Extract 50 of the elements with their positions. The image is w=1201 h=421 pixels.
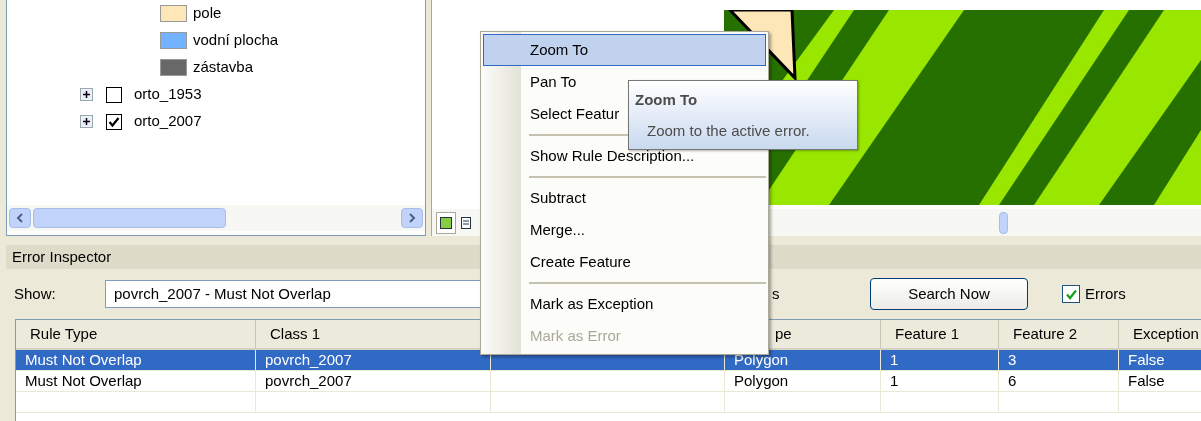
table-cell-text: False [1128, 349, 1165, 370]
table-cell-text: 1 [890, 349, 899, 370]
table-cell-text: 3 [1008, 349, 1017, 370]
expand-icon[interactable] [80, 115, 93, 128]
table-cell-text: 1 [890, 370, 899, 391]
chevron-right-icon [407, 213, 418, 223]
table-cell-text: 6 [1008, 370, 1017, 391]
errors-checkbox[interactable] [1062, 285, 1080, 303]
table-cell-text: povrch_2007 [265, 370, 352, 391]
column-header[interactable]: Rule Type [30, 322, 98, 346]
menu-item[interactable]: Create Feature [483, 246, 766, 278]
column-header[interactable]: pe [775, 322, 792, 346]
table-cell-text: Must Not Overlap [25, 370, 142, 391]
layer-label[interactable]: orto_1953 [134, 83, 202, 106]
table-cell-text: Must Not Overlap [25, 349, 142, 370]
expand-icon[interactable] [80, 88, 93, 101]
layer-checkbox[interactable] [106, 86, 122, 103]
menu-item[interactable]: Merge... [483, 214, 766, 246]
menu-item[interactable]: Zoom To [483, 34, 766, 66]
scroll-left-button[interactable] [9, 208, 31, 228]
column-header[interactable]: Class 1 [270, 322, 321, 346]
layer-checkbox[interactable] [106, 113, 122, 130]
search-now-button[interactable]: Search Now [870, 278, 1028, 310]
tooltip-text: Zoom to the active error. [647, 120, 811, 141]
chevron-left-icon [15, 213, 25, 223]
column-header[interactable]: Feature 1 [895, 322, 960, 346]
menu-item[interactable]: Subtract [483, 182, 766, 214]
layer-label[interactable]: orto_2007 [134, 110, 202, 133]
partial-label: s [772, 283, 781, 304]
column-header[interactable]: Exception [1133, 322, 1199, 346]
legend-label: vodní plocha [193, 30, 279, 51]
tooltip-title: Zoom To [635, 90, 699, 110]
legend-label: zástavba [193, 57, 254, 78]
table-cell-text: Polygon [734, 370, 789, 391]
map-icon [440, 216, 452, 229]
show-label: Show: [14, 283, 57, 304]
table-row[interactable]: Must Not Overlap povrch_2007 Polygon 1 6 False [16, 371, 1201, 392]
errors-label[interactable]: Errors [1085, 282, 1126, 306]
page-icon [461, 216, 471, 229]
scrollbar-thumb[interactable] [33, 208, 226, 228]
scroll-right-button[interactable] [401, 208, 424, 228]
data-view-tab[interactable] [436, 211, 456, 234]
table-cell-text: povrch_2007 [265, 349, 352, 370]
scrollbar-thumb[interactable] [999, 211, 1008, 234]
legend-label: pole [193, 3, 222, 24]
table-cell-text: False [1128, 370, 1165, 391]
panel-title: Error Inspector [12, 246, 112, 267]
table-row[interactable]: Must Not Overlap povrch_2007 Polygon 1 3 False [16, 350, 1201, 371]
table-cell-text: Polygon [734, 349, 789, 370]
column-header[interactable]: Feature 2 [1013, 322, 1078, 346]
